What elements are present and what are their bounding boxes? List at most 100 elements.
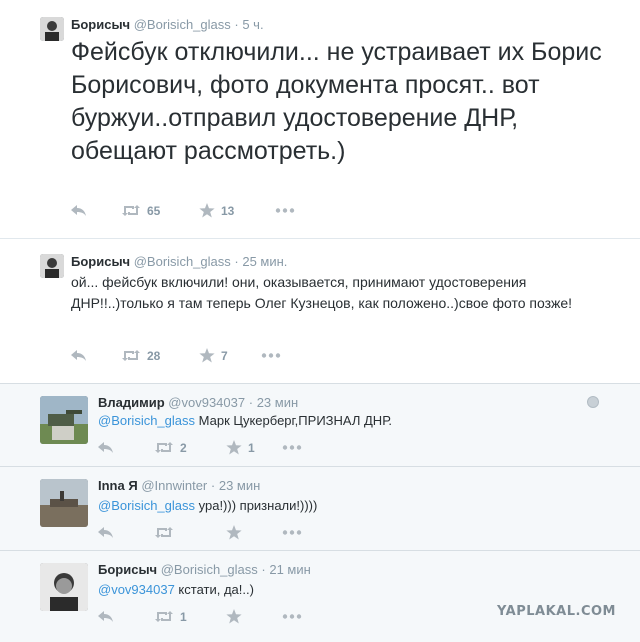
retweet-button[interactable]: 65 <box>121 204 199 218</box>
reply-button[interactable] <box>71 349 121 362</box>
reply-tweet: Inna Я @Innwinter · 23 мин @Borisich_gla… <box>0 467 640 547</box>
more-icon <box>261 353 281 358</box>
gear-icon[interactable] <box>587 396 599 408</box>
retweet-button[interactable] <box>154 526 226 539</box>
favorite-count: 13 <box>221 203 235 218</box>
author-name[interactable]: Владимир <box>98 395 165 410</box>
reply-icon <box>98 526 114 539</box>
retweet-count: 28 <box>147 348 161 363</box>
reply-button[interactable] <box>98 526 154 539</box>
timestamp[interactable]: 5 ч. <box>242 17 263 32</box>
separator-dot: · <box>210 478 216 493</box>
star-icon <box>199 348 215 363</box>
favorite-button[interactable]: 1 <box>226 440 282 455</box>
author-name[interactable]: Inna Я <box>98 478 138 493</box>
mention-link[interactable]: @Borisich_glass <box>98 498 195 513</box>
reply-text: ура!))) признали!)))) <box>195 498 318 513</box>
reply-icon <box>71 349 87 362</box>
tweet-actions: 65 13 <box>71 203 295 218</box>
separator-dot: · <box>248 395 254 410</box>
star-icon <box>226 525 242 540</box>
reply-text: кстати, да!..) <box>174 582 254 597</box>
author-handle[interactable]: @Innwinter <box>141 478 207 493</box>
star-icon <box>226 440 242 455</box>
retweet-button[interactable]: 28 <box>121 349 199 363</box>
author-name[interactable]: Борисыч <box>71 17 130 32</box>
reply-tweet: Борисыч @Borisich_glass · 21 мин @vov934… <box>0 551 640 642</box>
tweet-header: Владимир @vov934037 · 23 мин <box>98 395 298 410</box>
author-handle[interactable]: @Borisich_glass <box>134 254 231 269</box>
author-handle[interactable]: @Borisich_glass <box>134 17 231 32</box>
separator-dot: · <box>234 17 239 32</box>
avatar[interactable] <box>40 563 88 611</box>
tweet-text: @vov934037 кстати, да!..) <box>98 582 254 597</box>
more-button[interactable] <box>282 530 302 535</box>
favorite-count: 7 <box>221 348 228 363</box>
tweet-actions: 1 <box>98 609 302 624</box>
tweet-header: Борисыч @Borisich_glass · 25 мин. <box>71 254 287 269</box>
retweet-button[interactable]: 1 <box>154 610 226 624</box>
retweet-count: 2 <box>180 440 187 455</box>
retweet-icon <box>154 610 174 623</box>
star-icon <box>199 203 215 218</box>
retweet-count: 65 <box>147 203 161 218</box>
tweet-header: Борисыч @Borisich_glass · 21 мин <box>98 562 311 577</box>
tweet-text: @Borisich_glass Марк Цукерберг,ПРИЗНАЛ Д… <box>98 413 392 428</box>
avatar[interactable] <box>40 479 88 527</box>
avatar[interactable] <box>40 396 88 444</box>
tweet-text: @Borisich_glass ура!))) признали!)))) <box>98 498 317 513</box>
author-handle[interactable]: @vov934037 <box>168 395 245 410</box>
tweet-main: Борисыч @Borisich_glass · 5 ч. Фейсбук о… <box>0 0 640 232</box>
timestamp[interactable]: 23 мин <box>257 395 298 410</box>
favorite-button[interactable]: 7 <box>199 348 261 363</box>
retweet-icon <box>121 204 141 217</box>
reply-button[interactable] <box>98 441 154 454</box>
avatar[interactable] <box>40 17 64 41</box>
reply-icon <box>98 610 114 623</box>
tweet-text: ой... фейсбук включили! они, оказывается… <box>71 274 573 311</box>
site-watermark: YAPLAKAL.COM <box>497 604 616 619</box>
mention-link[interactable]: @vov934037 <box>98 582 175 597</box>
favorite-button[interactable] <box>226 609 282 624</box>
mention-link[interactable]: @Borisich_glass <box>98 413 195 428</box>
reply-button[interactable] <box>98 610 154 623</box>
more-button[interactable] <box>282 614 302 619</box>
author-name[interactable]: Борисыч <box>71 254 130 269</box>
reply-tweet: Владимир @vov934037 · 23 мин @Borisich_g… <box>0 384 640 464</box>
reply-icon <box>71 204 87 217</box>
reply-text: Марк Цукерберг,ПРИЗНАЛ ДНР. <box>195 413 393 428</box>
author-handle[interactable]: @Borisich_glass <box>161 562 258 577</box>
tweet-text: Фейсбук отключили... не устраивает их Бо… <box>71 38 602 165</box>
tweet-header: Inna Я @Innwinter · 23 мин <box>98 478 260 493</box>
retweet-icon <box>154 441 174 454</box>
star-icon <box>226 609 242 624</box>
more-button[interactable] <box>261 353 281 358</box>
timestamp[interactable]: 21 мин <box>269 562 310 577</box>
timestamp[interactable]: 25 мин. <box>242 254 287 269</box>
retweet-count: 1 <box>180 609 187 624</box>
more-button[interactable] <box>275 208 295 213</box>
favorite-count: 1 <box>248 440 255 455</box>
reply-icon <box>98 441 114 454</box>
retweet-button[interactable]: 2 <box>154 441 226 455</box>
retweet-icon <box>121 349 141 362</box>
reply-button[interactable] <box>71 204 121 217</box>
tweet-followup: Борисыч @Borisich_glass · 25 мин. ой... … <box>0 239 640 383</box>
favorite-button[interactable]: 13 <box>199 203 275 218</box>
author-name[interactable]: Борисыч <box>98 562 157 577</box>
retweet-icon <box>154 526 174 539</box>
timestamp[interactable]: 23 мин <box>219 478 260 493</box>
tweet-actions <box>98 525 302 540</box>
avatar[interactable] <box>40 254 64 278</box>
tweet-actions: 28 7 <box>71 348 281 363</box>
tweet-actions: 2 1 <box>98 440 302 455</box>
separator-dot: · <box>234 254 239 269</box>
favorite-button[interactable] <box>226 525 282 540</box>
more-icon <box>282 614 302 619</box>
tweet-header: Борисыч @Borisich_glass · 5 ч. <box>71 17 264 32</box>
more-button[interactable] <box>282 445 302 450</box>
more-icon <box>282 530 302 535</box>
more-icon <box>275 208 295 213</box>
separator-dot: · <box>261 562 266 577</box>
more-icon <box>282 445 302 450</box>
